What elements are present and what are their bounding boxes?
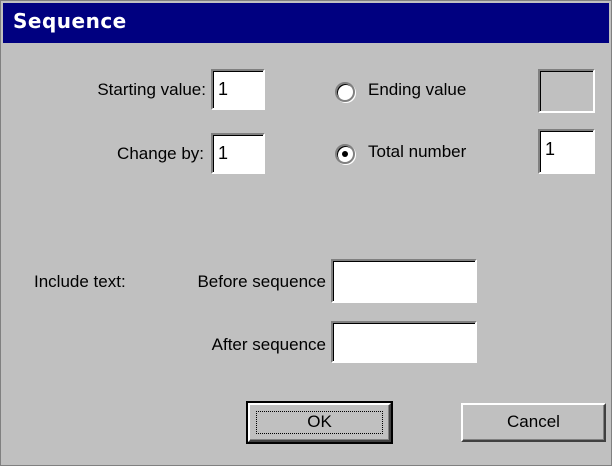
radio-selected-dot bbox=[342, 151, 348, 157]
title-bar[interactable]: Sequence bbox=[3, 3, 609, 43]
total-number-field[interactable]: 1 bbox=[538, 129, 595, 174]
total-number-radio[interactable] bbox=[335, 144, 355, 164]
window-title: Sequence bbox=[13, 9, 127, 33]
ending-value-radio[interactable] bbox=[335, 82, 355, 102]
sequence-dialog: Sequence Starting value: 1 Change by: 1 … bbox=[0, 0, 612, 466]
cancel-button[interactable]: Cancel bbox=[461, 403, 606, 442]
starting-value-field[interactable]: 1 bbox=[211, 69, 265, 110]
ending-value-field[interactable] bbox=[538, 69, 595, 113]
cancel-button-label: Cancel bbox=[507, 412, 560, 431]
include-text-label: Include text: bbox=[34, 272, 126, 291]
before-sequence-label: Before sequence bbox=[197, 272, 326, 291]
after-sequence-field[interactable] bbox=[331, 321, 477, 363]
ending-value-label[interactable]: Ending value bbox=[368, 80, 466, 100]
starting-value-label: Starting value: bbox=[97, 80, 206, 99]
ok-button-label: OK bbox=[307, 412, 332, 431]
change-by-label: Change by: bbox=[117, 144, 204, 163]
change-by-field[interactable]: 1 bbox=[211, 133, 265, 174]
ok-button[interactable]: OK bbox=[246, 401, 393, 444]
before-sequence-field[interactable] bbox=[331, 259, 477, 303]
after-sequence-label: After sequence bbox=[211, 335, 326, 354]
total-number-label[interactable]: Total number bbox=[368, 142, 466, 162]
